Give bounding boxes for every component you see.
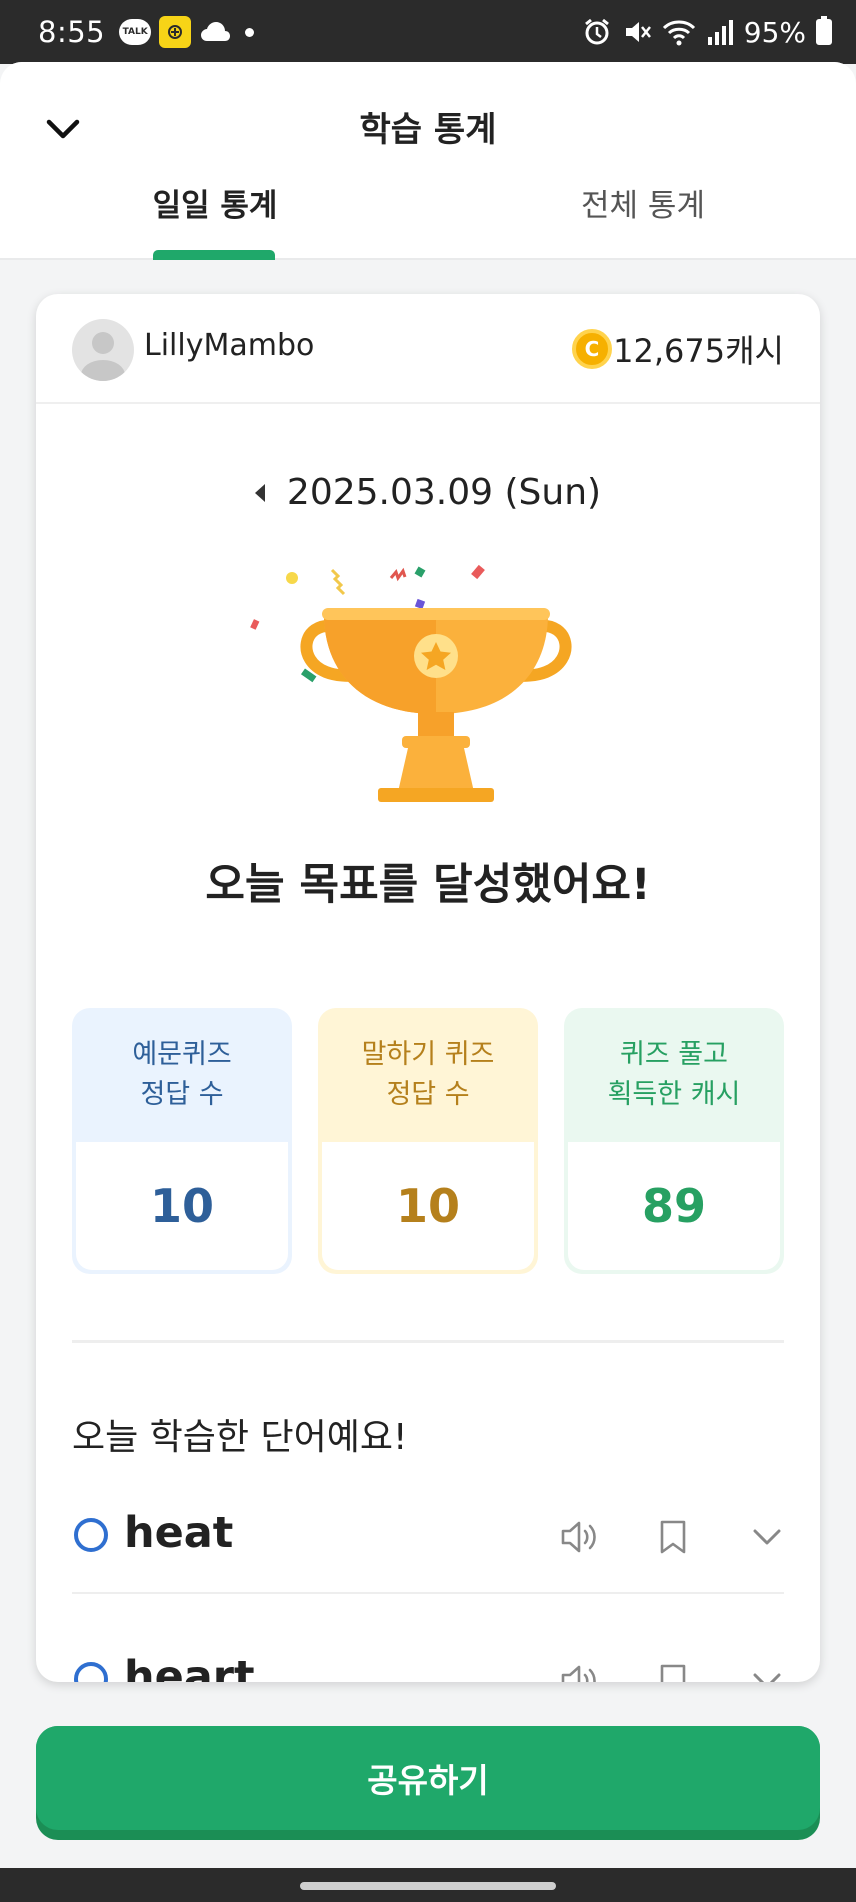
avatar bbox=[72, 319, 134, 381]
stat-value: 89 bbox=[568, 1142, 780, 1270]
daily-stats-card: LillyMambo C 12,675캐시 2025.03.09 (Sun) 오… bbox=[36, 294, 820, 1682]
selected-date: 2025.03.09 (Sun) bbox=[286, 472, 602, 513]
signal-icon bbox=[707, 20, 733, 45]
divider bbox=[72, 1340, 784, 1343]
stat-value: 10 bbox=[76, 1142, 288, 1270]
trophy-icon bbox=[250, 564, 572, 802]
talk-icon: TALK bbox=[119, 19, 152, 45]
date-selector: 2025.03.09 (Sun) bbox=[36, 472, 820, 513]
bookmark-icon[interactable] bbox=[650, 1658, 696, 1682]
app-yellow-icon bbox=[159, 16, 192, 48]
chevron-down-icon[interactable] bbox=[744, 1514, 790, 1560]
correct-circle-icon bbox=[74, 1662, 108, 1682]
word-text: heat bbox=[124, 1508, 234, 1558]
active-tab-indicator bbox=[153, 250, 275, 260]
stat-label: 퀴즈 풀고 획득한 캐시 bbox=[607, 1039, 741, 1110]
notification-icons: TALK bbox=[119, 16, 255, 48]
header: 학습 통계 일일 통계 전체 통계 bbox=[0, 62, 856, 260]
status-bar: 8:55 TALK 95% bbox=[0, 0, 856, 64]
user-silhouette-icon bbox=[81, 332, 125, 381]
cloud-icon bbox=[201, 22, 231, 41]
stat-earned-cash: 퀴즈 풀고 획득한 캐시 89 bbox=[564, 1008, 784, 1274]
tab-daily-stats[interactable]: 일일 통계 bbox=[120, 180, 310, 260]
list-item[interactable]: heat bbox=[72, 1474, 784, 1594]
bookmark-icon[interactable] bbox=[650, 1514, 696, 1560]
stat-label: 말하기 퀴즈 정답 수 bbox=[361, 1039, 495, 1110]
share-button[interactable]: 공유하기 bbox=[36, 1726, 820, 1840]
word-text: heart bbox=[124, 1652, 255, 1682]
stat-speaking-quiz: 말하기 퀴즈 정답 수 10 bbox=[318, 1008, 538, 1274]
navigation-bar bbox=[0, 1868, 856, 1902]
words-section-title: 오늘 학습한 단어예요! bbox=[72, 1417, 408, 1458]
stat-label: 예문퀴즈 정답 수 bbox=[132, 1039, 232, 1110]
statistics-sheet: 학습 통계 일일 통계 전체 통계 LillyMambo C 12,675캐시 … bbox=[0, 62, 856, 1868]
username: LillyMambo bbox=[144, 328, 315, 363]
alarm-icon bbox=[584, 18, 609, 45]
status-time: 8:55 bbox=[38, 15, 106, 49]
tab-total-stats[interactable]: 전체 통계 bbox=[548, 180, 738, 260]
wifi-icon bbox=[662, 20, 695, 46]
profile-row: LillyMambo C 12,675캐시 bbox=[36, 294, 820, 404]
system-icons: 95% bbox=[582, 16, 832, 49]
battery-percent: 95% bbox=[743, 15, 806, 49]
caret-left-icon[interactable] bbox=[254, 483, 265, 502]
speaker-icon[interactable] bbox=[556, 1514, 602, 1560]
page-title: 학습 통계 bbox=[359, 110, 497, 150]
dot-icon bbox=[245, 27, 255, 37]
stat-example-quiz: 예문퀴즈 정답 수 10 bbox=[72, 1008, 292, 1274]
share-button-label: 공유하기 bbox=[36, 1726, 820, 1830]
stat-value: 10 bbox=[322, 1142, 534, 1270]
home-indicator[interactable] bbox=[300, 1882, 556, 1890]
tab-bar: 일일 통계 전체 통계 bbox=[0, 180, 856, 260]
mute-icon bbox=[625, 22, 651, 42]
coin-icon: C bbox=[572, 329, 612, 369]
correct-circle-icon bbox=[74, 1518, 108, 1552]
battery-icon bbox=[816, 16, 832, 45]
speaker-icon[interactable] bbox=[556, 1658, 602, 1682]
list-item[interactable]: heart bbox=[72, 1618, 784, 1682]
goal-achieved-message: 오늘 목표를 달성했어요! bbox=[205, 860, 651, 910]
chevron-down-icon[interactable] bbox=[744, 1658, 790, 1682]
cash-balance: 12,675캐시 bbox=[613, 332, 784, 370]
